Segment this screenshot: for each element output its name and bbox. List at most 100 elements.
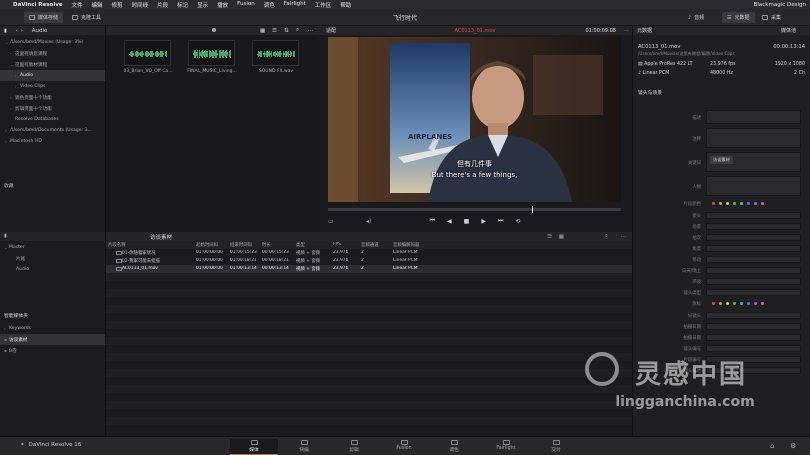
metadata-field-input[interactable] bbox=[706, 267, 801, 274]
transport-button[interactable]: ⏮ bbox=[430, 217, 435, 225]
column-header[interactable]: 起始时间码 bbox=[196, 242, 218, 248]
smart-bin-keywords[interactable]: › Keywords bbox=[4, 323, 104, 334]
page-tab[interactable]: 快编 bbox=[280, 439, 328, 455]
volume-icon[interactable]: ◂) bbox=[366, 218, 371, 225]
metadata-field-input[interactable] bbox=[706, 256, 801, 263]
tree-item[interactable]: › 调色页面十个功能 bbox=[0, 92, 105, 103]
bin-item-audio[interactable]: Audio bbox=[16, 264, 29, 275]
menu-item[interactable]: 片段 bbox=[157, 1, 168, 9]
tree-item[interactable]: ⌄ 这里有教材课程 bbox=[0, 59, 105, 70]
audio-clip-thumbnail[interactable] bbox=[124, 40, 171, 66]
metadata-field-input[interactable] bbox=[706, 110, 801, 124]
metadata-field-input[interactable] bbox=[706, 176, 801, 196]
metadata-field-input[interactable] bbox=[706, 289, 801, 296]
table-row[interactable]: 01-你随着家状况 01:00:00:00 01:00:15:23 00:00:15:… bbox=[106, 249, 632, 257]
metadata-field-input[interactable] bbox=[706, 356, 801, 363]
menu-item[interactable]: Fairlight bbox=[284, 1, 306, 9]
list-view-icon[interactable]: ☰ bbox=[547, 234, 552, 240]
back-arrow-icon[interactable]: ‹ bbox=[16, 28, 18, 34]
more-options-icon[interactable]: ⋯ bbox=[308, 28, 314, 34]
audio-clip-thumbnail[interactable] bbox=[188, 40, 235, 66]
viewer-options-icon[interactable]: ⋯ bbox=[624, 28, 629, 34]
column-header[interactable]: 时长 bbox=[262, 242, 271, 248]
audio-panel-button[interactable]: ♪ 音频 bbox=[688, 12, 704, 23]
bin-item-ending[interactable]: 片尾 bbox=[16, 253, 25, 264]
menu-item[interactable]: 帮助 bbox=[340, 1, 351, 9]
transport-button[interactable]: ■ bbox=[464, 218, 470, 225]
clip-color-swatches[interactable] bbox=[712, 202, 764, 205]
settings-gear-icon[interactable]: ⚙ bbox=[790, 442, 796, 450]
bin-master[interactable]: ⌄ Master bbox=[4, 242, 25, 253]
column-header[interactable]: 片段名称 bbox=[108, 242, 126, 248]
column-header[interactable]: 结束时间码 bbox=[230, 242, 252, 248]
more-options-icon[interactable]: ⋯ bbox=[621, 234, 627, 240]
capture-panel-button[interactable]: 采集 bbox=[762, 12, 781, 23]
table-row[interactable]: AC0113_01.mov 01:00:00:00 01:00:13:14 00:00… bbox=[106, 265, 632, 273]
metadata-field-input[interactable] bbox=[706, 245, 801, 252]
metadata-field-input[interactable] bbox=[706, 212, 801, 219]
metadata-field-input[interactable] bbox=[706, 312, 801, 319]
column-header[interactable]: 类型 bbox=[296, 242, 305, 248]
column-header[interactable]: FPS bbox=[333, 242, 341, 247]
metadata-field-input[interactable] bbox=[706, 128, 801, 148]
transport-button[interactable]: ▶ bbox=[481, 218, 486, 225]
keyword-tag[interactable]: 访谈素材 bbox=[710, 156, 733, 164]
metadata-field-input[interactable] bbox=[706, 345, 801, 352]
grid-view-icon[interactable]: ▦ bbox=[559, 234, 564, 240]
menu-item[interactable]: 修剪 bbox=[112, 1, 123, 9]
transport-button[interactable]: ⟲ bbox=[515, 218, 520, 225]
column-header[interactable]: 音频通道 bbox=[361, 242, 379, 248]
menu-item[interactable]: Fusion bbox=[237, 1, 255, 9]
metadata-field-input[interactable] bbox=[706, 323, 801, 330]
tree-item[interactable]: ⌄/Users/bmd/Movies (Usage: 3%) bbox=[0, 37, 105, 48]
page-tab[interactable]: Fairlight bbox=[482, 439, 530, 455]
tree-item[interactable]: ›/Users/bmd/Documents (Usage: 3... bbox=[0, 125, 105, 136]
list-view-icon[interactable]: ☰ bbox=[272, 28, 277, 34]
panel-toggle-icon[interactable]: ▮ bbox=[4, 233, 7, 239]
page-tab[interactable]: 媒体 bbox=[230, 439, 278, 455]
tree-item[interactable]: › Audio bbox=[0, 70, 105, 81]
page-tab[interactable]: 调色 bbox=[430, 439, 478, 455]
metadata-field-input[interactable] bbox=[706, 334, 801, 341]
search-icon[interactable]: ⌕ bbox=[605, 233, 608, 240]
app-menu[interactable]: DaVinci Resolve bbox=[13, 2, 63, 8]
slider-handle[interactable] bbox=[212, 28, 216, 32]
page-tab[interactable]: 剪辑 bbox=[330, 439, 378, 455]
metadata-field-input[interactable] bbox=[706, 278, 801, 285]
metadata-field-input[interactable] bbox=[706, 223, 801, 230]
menu-item[interactable]: 文件 bbox=[72, 1, 83, 9]
home-icon[interactable]: ⌂ bbox=[770, 442, 774, 450]
page-tab[interactable]: Fusion bbox=[380, 439, 428, 455]
menu-item[interactable]: 播放 bbox=[217, 1, 228, 9]
menu-item[interactable]: 调色 bbox=[264, 1, 275, 9]
smart-bin-broll[interactable]: ▪ B卷 bbox=[4, 345, 104, 356]
audio-clip-thumbnail[interactable] bbox=[252, 40, 299, 66]
menu-item[interactable]: 编辑 bbox=[92, 1, 103, 9]
tree-item[interactable]: › 这里有请您课程 bbox=[0, 48, 105, 59]
metadata-field-input[interactable]: 访谈素材 bbox=[706, 152, 801, 172]
forward-arrow-icon[interactable]: › bbox=[21, 28, 23, 34]
viewer-scrubber[interactable] bbox=[328, 206, 621, 213]
playhead[interactable] bbox=[532, 206, 533, 213]
column-header[interactable]: 音频编解码器 bbox=[393, 242, 419, 248]
tree-item[interactable]: › Video Clips bbox=[0, 81, 105, 92]
metadata-field-input[interactable] bbox=[706, 367, 801, 374]
media-storage-button[interactable]: 媒体存储 bbox=[24, 12, 64, 23]
search-icon[interactable]: ⌕ bbox=[296, 27, 299, 34]
tree-item[interactable]: › Macintosh HD bbox=[0, 136, 105, 147]
menu-item[interactable]: 标记 bbox=[177, 1, 188, 9]
flag-swatches[interactable] bbox=[712, 302, 764, 305]
grid-view-icon[interactable]: ▦ bbox=[260, 28, 265, 34]
tree-item[interactable]: › 剪辑页面十个功能 bbox=[0, 103, 105, 114]
clone-tool-button[interactable]: 克隆工具 bbox=[72, 12, 101, 23]
media-pool-tab[interactable]: 媒体池 bbox=[781, 27, 796, 34]
metadata-field-input[interactable] bbox=[706, 234, 801, 241]
menu-item[interactable]: 工作区 bbox=[315, 1, 332, 9]
menu-item[interactable]: 显示 bbox=[197, 1, 208, 9]
transport-button[interactable]: ⏭ bbox=[498, 217, 503, 225]
panel-toggle-icon[interactable]: ▮ bbox=[4, 28, 7, 34]
transport-button[interactable]: ◀ bbox=[447, 218, 452, 225]
smart-bin-interview[interactable]: ▪ 访谈素材 bbox=[0, 334, 105, 345]
metadata-panel-button[interactable]: ☰ 元数据 bbox=[722, 12, 755, 23]
menu-item[interactable]: 时间线 bbox=[132, 1, 149, 9]
